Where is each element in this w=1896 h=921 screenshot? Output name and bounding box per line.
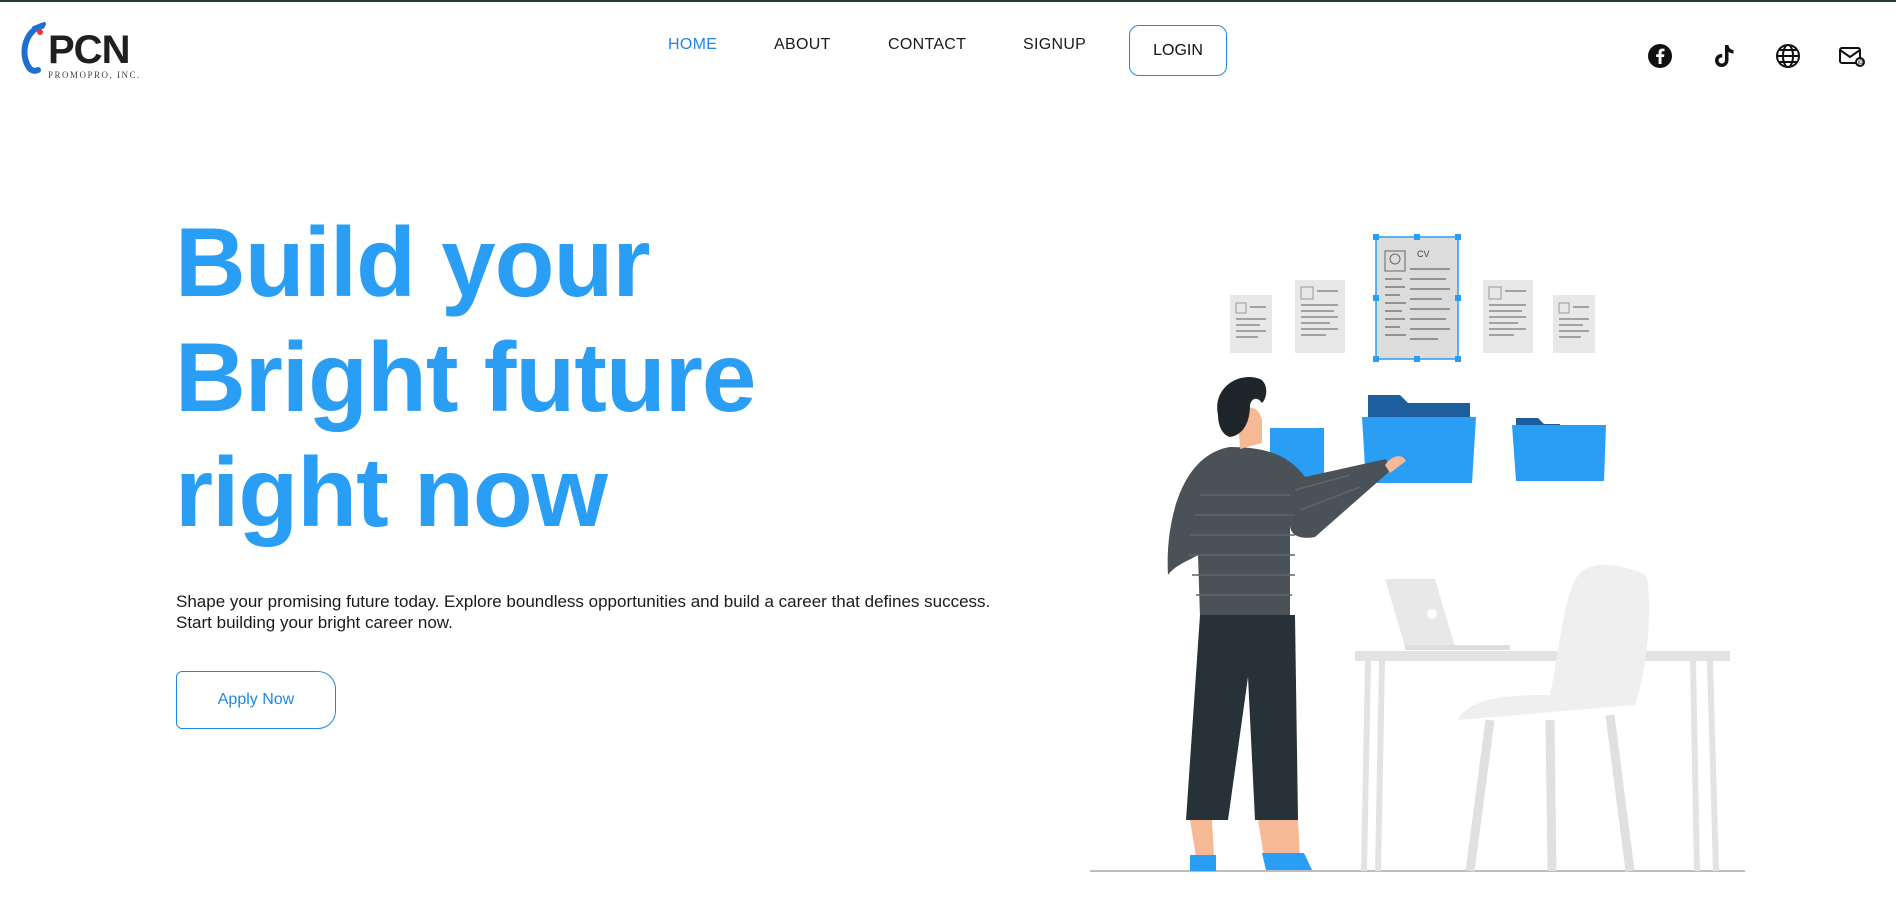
nav-home[interactable]: HOME: [668, 36, 717, 54]
logo[interactable]: PCN PROMOPRO, INC.: [16, 22, 146, 82]
resume-card: [1553, 295, 1595, 353]
resume-card: [1295, 280, 1345, 353]
hero-description: Shape your promising future today. Explo…: [176, 592, 991, 632]
nav-about[interactable]: ABOUT: [774, 36, 831, 54]
apply-now-button[interactable]: Apply Now: [176, 671, 336, 729]
hero-illustration: CV: [1090, 234, 1745, 872]
nav-contact[interactable]: CONTACT: [888, 36, 966, 54]
cv-label: CV: [1417, 249, 1430, 259]
logo-text: PCN: [48, 28, 130, 72]
login-button[interactable]: LOGIN: [1129, 25, 1227, 76]
resume-card: [1230, 295, 1272, 353]
desk: [1355, 651, 1730, 872]
nav-signup[interactable]: SIGNUP: [1023, 36, 1086, 54]
laptop: [1385, 579, 1510, 650]
hero-title: Build your Bright future right now: [175, 205, 756, 550]
svg-text:@: @: [1858, 60, 1865, 67]
hero-title-line: right now: [175, 437, 608, 547]
selected-resume-card: CV: [1373, 234, 1461, 362]
resume-card: [1483, 280, 1533, 353]
tiktok-icon[interactable]: [1710, 42, 1738, 70]
hero-title-line: Build your: [175, 207, 651, 317]
logo-tagline: PROMOPRO, INC.: [48, 70, 141, 80]
hero-title-line: Bright future: [175, 322, 756, 432]
globe-icon[interactable]: [1774, 42, 1802, 70]
top-border: [0, 0, 1896, 2]
mail-icon[interactable]: @: [1838, 42, 1866, 70]
chair: [1458, 564, 1650, 872]
folder-icon: [1512, 418, 1606, 481]
facebook-icon[interactable]: [1646, 42, 1674, 70]
